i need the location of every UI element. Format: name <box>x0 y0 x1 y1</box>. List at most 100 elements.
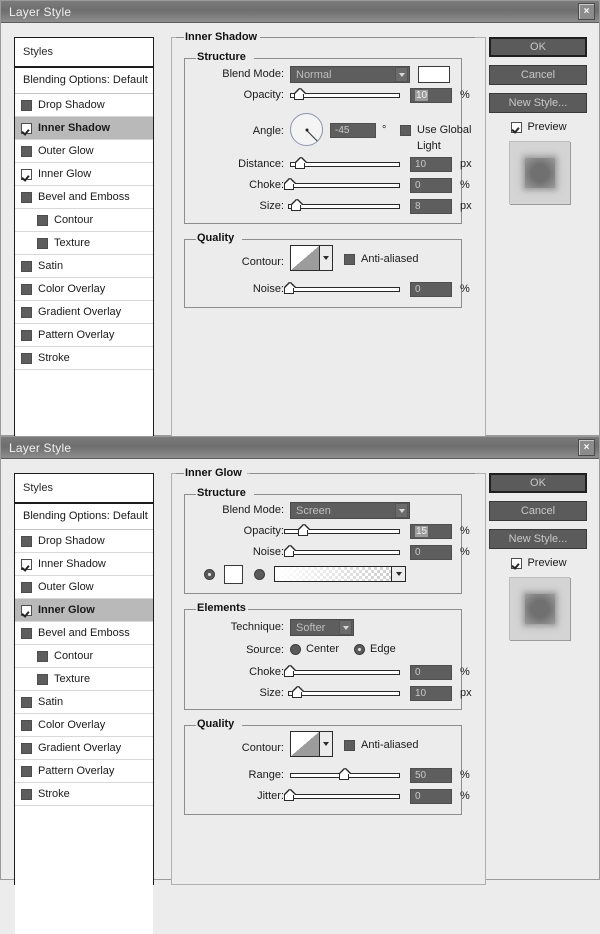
blending-options-row[interactable]: Blending Options: Default <box>15 504 153 530</box>
titlebar[interactable]: Layer Style × <box>1 1 599 23</box>
range-input[interactable]: 50 <box>410 768 452 783</box>
opacity-input[interactable]: 15 <box>410 524 452 539</box>
titlebar[interactable]: Layer Style × <box>1 437 599 459</box>
checkbox-bevel-and-emboss[interactable] <box>21 627 32 639</box>
blending-options-row[interactable]: Blending Options: Default <box>15 68 153 94</box>
range-slider[interactable] <box>290 769 400 781</box>
checkbox-gradient-overlay[interactable] <box>21 742 32 754</box>
checkbox-satin[interactable] <box>21 260 32 272</box>
jitter-slider[interactable] <box>284 790 400 802</box>
shadow-color-swatch[interactable] <box>418 66 450 83</box>
style-row-inner-glow[interactable]: Inner Glow <box>15 599 153 622</box>
checkbox-anti-aliased[interactable] <box>344 740 355 751</box>
noise-slider[interactable] <box>284 283 400 295</box>
checkbox-gradient-overlay[interactable] <box>21 306 32 318</box>
angle-dial[interactable] <box>290 113 323 146</box>
preview-toggle[interactable]: Preview <box>489 557 589 569</box>
noise-slider[interactable] <box>284 546 400 558</box>
blend-mode-select[interactable]: Normal <box>290 66 410 83</box>
checkbox-contour[interactable] <box>37 650 48 662</box>
checkbox-inner-glow[interactable] <box>21 168 32 180</box>
size-slider[interactable] <box>288 687 400 699</box>
close-icon[interactable]: × <box>578 3 595 20</box>
style-row-color-overlay[interactable]: Color Overlay <box>15 278 153 301</box>
contour-dropdown-arrow-icon[interactable] <box>320 731 333 757</box>
style-row-satin[interactable]: Satin <box>15 255 153 278</box>
noise-input[interactable]: 0 <box>410 282 452 297</box>
checkbox-outer-glow[interactable] <box>21 145 32 157</box>
chevron-down-icon[interactable] <box>395 67 408 82</box>
checkbox-anti-aliased[interactable] <box>344 254 355 265</box>
cancel-button[interactable]: Cancel <box>489 65 587 85</box>
jitter-input[interactable]: 0 <box>410 789 452 804</box>
opacity-slider[interactable] <box>284 525 400 537</box>
style-row-pattern-overlay[interactable]: Pattern Overlay <box>15 324 153 347</box>
contour-dropdown-arrow-icon[interactable] <box>320 245 333 271</box>
chevron-down-icon[interactable] <box>395 503 408 518</box>
blend-mode-select[interactable]: Screen <box>290 502 410 519</box>
checkbox-pattern-overlay[interactable] <box>21 765 32 777</box>
choke-slider[interactable] <box>284 666 400 678</box>
checkbox-texture[interactable] <box>37 673 48 685</box>
radio-source-edge[interactable] <box>354 644 365 655</box>
radio-glow-solid-color[interactable] <box>204 569 215 580</box>
style-row-texture[interactable]: Texture <box>15 232 153 255</box>
checkbox-drop-shadow[interactable] <box>21 535 32 547</box>
checkbox-color-overlay[interactable] <box>21 719 32 731</box>
chevron-down-icon[interactable] <box>339 620 352 635</box>
checkbox-inner-shadow[interactable] <box>21 122 32 134</box>
contour-preview-swatch[interactable] <box>290 731 320 757</box>
style-row-gradient-overlay[interactable]: Gradient Overlay <box>15 737 153 760</box>
checkbox-color-overlay[interactable] <box>21 283 32 295</box>
style-row-inner-glow[interactable]: Inner Glow <box>15 163 153 186</box>
gradient-dropdown-arrow-icon[interactable] <box>392 566 406 582</box>
choke-input[interactable]: 0 <box>410 665 452 680</box>
glow-color-swatch[interactable] <box>224 565 243 584</box>
checkbox-inner-glow[interactable] <box>21 604 32 616</box>
style-row-inner-shadow[interactable]: Inner Shadow <box>15 117 153 140</box>
style-row-drop-shadow[interactable]: Drop Shadow <box>15 94 153 117</box>
checkbox-preview[interactable] <box>511 557 523 569</box>
size-input[interactable]: 8 <box>410 199 452 214</box>
opacity-slider[interactable] <box>290 89 400 101</box>
choke-input[interactable]: 0 <box>410 178 452 193</box>
checkbox-bevel-and-emboss[interactable] <box>21 191 32 203</box>
cancel-button[interactable]: Cancel <box>489 501 587 521</box>
new-style-button[interactable]: New Style... <box>489 93 587 113</box>
choke-slider[interactable] <box>284 179 400 191</box>
ok-button[interactable]: OK <box>489 37 587 57</box>
style-row-pattern-overlay[interactable]: Pattern Overlay <box>15 760 153 783</box>
angle-input[interactable]: -45 <box>330 123 376 138</box>
noise-input[interactable]: 0 <box>410 545 452 560</box>
style-row-bevel-and-emboss[interactable]: Bevel and Emboss <box>15 622 153 645</box>
preview-toggle[interactable]: Preview <box>489 121 589 133</box>
style-row-bevel-and-emboss[interactable]: Bevel and Emboss <box>15 186 153 209</box>
style-row-drop-shadow[interactable]: Drop Shadow <box>15 530 153 553</box>
radio-glow-gradient[interactable] <box>254 569 265 580</box>
style-row-contour[interactable]: Contour <box>15 645 153 668</box>
checkbox-stroke[interactable] <box>21 788 32 800</box>
checkbox-preview[interactable] <box>511 121 523 133</box>
style-row-satin[interactable]: Satin <box>15 691 153 714</box>
style-row-outer-glow[interactable]: Outer Glow <box>15 576 153 599</box>
new-style-button[interactable]: New Style... <box>489 529 587 549</box>
style-row-gradient-overlay[interactable]: Gradient Overlay <box>15 301 153 324</box>
opacity-input[interactable]: 10 <box>410 88 452 103</box>
style-row-color-overlay[interactable]: Color Overlay <box>15 714 153 737</box>
style-row-contour[interactable]: Contour <box>15 209 153 232</box>
style-row-stroke[interactable]: Stroke <box>15 783 153 806</box>
size-input[interactable]: 10 <box>410 686 452 701</box>
checkbox-texture[interactable] <box>37 237 48 249</box>
technique-select[interactable]: Softer <box>290 619 354 636</box>
radio-source-center[interactable] <box>290 644 301 655</box>
glow-gradient-bar[interactable] <box>274 566 392 582</box>
ok-button[interactable]: OK <box>489 473 587 493</box>
contour-preview-swatch[interactable] <box>290 245 320 271</box>
style-row-inner-shadow[interactable]: Inner Shadow <box>15 553 153 576</box>
checkbox-inner-shadow[interactable] <box>21 558 32 570</box>
style-row-stroke[interactable]: Stroke <box>15 347 153 370</box>
distance-input[interactable]: 10 <box>410 157 452 172</box>
close-icon[interactable]: × <box>578 439 595 456</box>
checkbox-outer-glow[interactable] <box>21 581 32 593</box>
checkbox-pattern-overlay[interactable] <box>21 329 32 341</box>
